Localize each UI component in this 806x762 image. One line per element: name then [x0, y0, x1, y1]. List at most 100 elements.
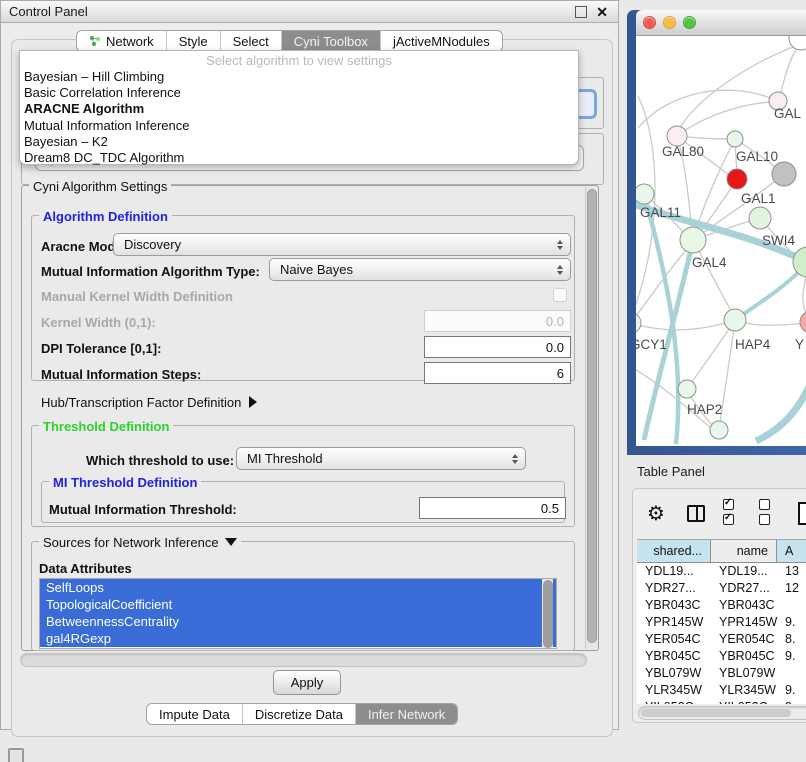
tab-select[interactable]: Select [221, 31, 282, 51]
network-node-label: GAL [774, 106, 802, 121]
table-cell: 12 [777, 580, 806, 597]
network-node-gal80[interactable] [667, 126, 687, 146]
network-canvas[interactable]: GALGAL80GAL10GAL11GAL1SWI4GAL4GCY1HAP4YH… [636, 36, 806, 446]
table-column-header[interactable]: shared... [637, 539, 711, 563]
tab-network[interactable]: Network [77, 31, 167, 51]
attributes-list-scrollbar[interactable] [542, 579, 553, 648]
dpi-tolerance-input[interactable]: 0.0 [424, 336, 571, 358]
network-icon [89, 35, 101, 47]
network-node-hap2[interactable] [678, 380, 696, 398]
algorithm-option[interactable]: Dream8 DC_TDC Algorithm [20, 150, 578, 166]
tab-label: Impute Data [159, 707, 230, 722]
table-row[interactable]: YLR345WYLR345W9. [637, 682, 806, 699]
table-row[interactable]: YPR145WYPR145W9. [637, 614, 806, 631]
tab-label: Discretize Data [255, 707, 343, 722]
sources-title-row[interactable]: Sources for Network Inference [39, 535, 241, 550]
algorithm-option[interactable]: Bayesian – K2 [20, 134, 578, 150]
table-body: YDL19...YDL19...13YDR27...YDR27...12YBR0… [637, 563, 806, 704]
tab-label: Select [233, 34, 269, 49]
network-node-label: SWI4 [762, 233, 795, 248]
tab-cyni-toolbox[interactable]: Cyni Toolbox [282, 31, 381, 51]
table-cell: 9. [777, 614, 806, 631]
data-attributes-list[interactable]: SelfLoopsTopologicalCoefficientBetweenne… [39, 578, 557, 649]
gear-icon[interactable]: ⚙ [647, 503, 665, 523]
zoom-traffic-icon[interactable] [683, 16, 696, 29]
network-node-gal10[interactable] [727, 131, 743, 147]
threshold-definition-title: Threshold Definition [39, 419, 173, 434]
table-cell: YPR145W [637, 614, 711, 631]
network-node[interactable] [727, 169, 747, 189]
tab-impute-data[interactable]: Impute Data [147, 704, 243, 724]
aracne-mode-combo[interactable]: Discovery [113, 233, 571, 256]
settings-horizontal-scrollbar[interactable] [20, 653, 587, 667]
close-traffic-icon[interactable] [643, 16, 656, 29]
table-cell [777, 665, 806, 682]
settings-vertical-scrollbar[interactable] [585, 187, 598, 649]
hub-definition-label: Hub/Transcription Factor Definition [41, 395, 241, 410]
network-node-gal4[interactable] [680, 227, 706, 253]
network-edge [677, 102, 776, 136]
algorithm-option[interactable]: Basic Correlation Inference [20, 85, 578, 101]
table-cell: YDR27... [711, 580, 777, 597]
tab-discretize-data[interactable]: Discretize Data [243, 704, 356, 724]
table-cell: YBL079W [711, 665, 777, 682]
apply-button[interactable]: Apply [273, 670, 341, 695]
table-column-header[interactable]: A [777, 539, 806, 563]
mi-threshold-input[interactable]: 0.5 [419, 497, 566, 519]
network-node-gal1[interactable] [749, 207, 771, 229]
network-window-titlebar [636, 10, 806, 36]
table-row[interactable]: YBR045CYBR045C9. [637, 648, 806, 665]
float-panel-icon[interactable] [575, 6, 587, 18]
data-attributes-label: Data Attributes [39, 561, 132, 576]
attribute-item[interactable]: SelfLoops [40, 579, 556, 596]
table-row[interactable]: YBL079WYBL079W [637, 665, 806, 682]
algorithm-option[interactable]: Bayesian – Hill Climbing [20, 69, 578, 85]
algorithm-option[interactable]: Mutual Information Inference [20, 118, 578, 134]
checked-columns-icon[interactable] [723, 498, 747, 528]
tab-jactivemnodules[interactable]: jActiveMNodules [381, 31, 502, 51]
manual-kernel-checkbox[interactable] [553, 288, 567, 302]
minimized-panel-icon[interactable] [8, 748, 24, 762]
table-row[interactable]: YBR043CYBR043C [637, 597, 806, 614]
table-row[interactable]: YER054CYER054C8. [637, 631, 806, 648]
attribute-item[interactable]: BetweennessCentrality [40, 613, 556, 630]
network-node[interactable] [710, 421, 728, 439]
network-node[interactable] [772, 162, 796, 186]
minimize-traffic-icon[interactable] [663, 16, 676, 29]
screen: Control Panel ✕ NetworkStyle Select Cyni T… [0, 0, 806, 762]
table-cell: YBL079W [637, 665, 711, 682]
table-row[interactable]: YDL19...YDL19...13 [637, 563, 806, 580]
network-node-swi4[interactable] [793, 247, 806, 277]
table-cell: YBR043C [711, 597, 777, 614]
control-panel-title: Control Panel [9, 4, 88, 19]
tab-infer-network[interactable]: Infer Network [356, 704, 457, 724]
algorithm-popup: Select algorithm to view settings Bayesi… [19, 50, 579, 165]
hub-definition-toggle[interactable]: Hub/Transcription Factor Definition [41, 395, 257, 410]
network-node-label: GAL11 [640, 205, 681, 220]
mi-steps-input[interactable]: 6 [424, 362, 571, 384]
split-column-icon[interactable] [687, 505, 705, 522]
tab-label: jActiveMNodules [393, 34, 490, 49]
mi-type-combo[interactable]: Naive Bayes [269, 258, 571, 281]
close-panel-icon[interactable]: ✕ [596, 7, 608, 17]
network-node-gal11[interactable] [636, 184, 654, 204]
algorithm-popup-placeholder: Select algorithm to view settings [20, 52, 578, 69]
tab-style[interactable]: Style [167, 31, 221, 51]
table-row[interactable]: YDR27...YDR27...12 [637, 580, 806, 597]
page-icon[interactable] [798, 502, 806, 525]
unchecked-columns-icon[interactable] [759, 498, 783, 528]
table-horizontal-scrollbar[interactable] [638, 706, 806, 720]
network-node-y[interactable] [800, 311, 806, 333]
attribute-item[interactable]: gal4RGexp [40, 630, 556, 647]
algorithm-popup-list: Bayesian – Hill ClimbingBasic Correlatio… [20, 69, 578, 166]
which-threshold-combo[interactable]: MI Threshold [236, 447, 526, 470]
table-cell: 9. [777, 682, 806, 699]
network-node-hap4[interactable] [724, 309, 746, 331]
combo-arrows-icon [557, 265, 563, 275]
attribute-item[interactable]: TopologicalCoefficient [40, 596, 556, 613]
table-column-header[interactable]: name [711, 539, 777, 563]
table-row[interactable]: YIL052CYIL052C9. [637, 699, 806, 704]
algorithm-option[interactable]: ARACNE Algorithm [20, 101, 578, 117]
network-node-gcy1[interactable] [636, 313, 641, 333]
kernel-width-input[interactable]: 0.0 [424, 310, 571, 332]
